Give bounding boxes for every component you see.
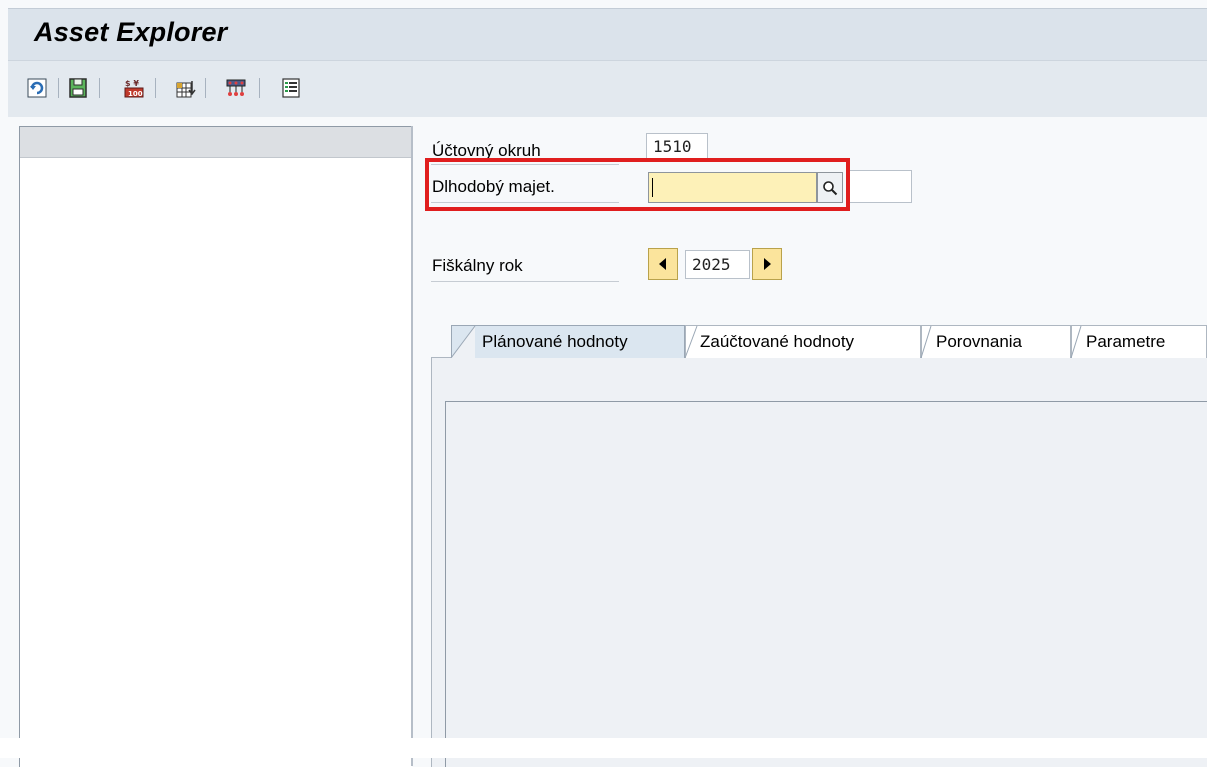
bottom-strip: [0, 738, 1207, 758]
highlight-box: [425, 158, 850, 211]
title-bar: Asset Explorer: [8, 8, 1207, 61]
save-icon: [69, 78, 87, 98]
pane-splitter[interactable]: [411, 126, 413, 766]
next-year-button[interactable]: [752, 248, 782, 280]
page-title: Asset Explorer: [34, 17, 228, 47]
application-toolbar: $ ¥ 100: [8, 60, 1207, 117]
save-button[interactable]: [65, 75, 91, 101]
previous-year-button[interactable]: [648, 248, 678, 280]
fiscal-year-label: Fiškálny rok: [432, 256, 523, 275]
asset-subnumber-field[interactable]: [848, 170, 912, 203]
asset-tree-pane[interactable]: [19, 126, 412, 767]
tab-content-area: [445, 401, 1207, 767]
svg-text:100: 100: [128, 90, 143, 98]
table-icon: [176, 81, 196, 98]
table-button[interactable]: [173, 75, 199, 101]
tab-strip: Plánované hodnoty Zaúčtované hodnoty Por…: [431, 325, 1207, 358]
refresh-icon: [27, 78, 47, 98]
currency-icon: $ ¥ 100: [124, 79, 144, 98]
label-underline: [431, 281, 619, 282]
refresh-button[interactable]: [24, 75, 50, 101]
tree-pane-header: [20, 127, 412, 158]
list-icon: [282, 78, 300, 98]
fiscal-year-field[interactable]: 2025: [685, 250, 750, 279]
list-button[interactable]: [278, 75, 304, 101]
hierarchy-icon: [226, 79, 246, 96]
hierarchy-button[interactable]: [223, 75, 249, 101]
tab-edge-decoration: [450, 325, 1082, 358]
svg-text:$ ¥: $ ¥: [125, 79, 139, 88]
company-code-field: 1510: [646, 133, 708, 160]
arrow-right-icon: [764, 258, 771, 270]
currency-button[interactable]: $ ¥ 100: [121, 75, 147, 101]
arrow-left-icon: [659, 258, 666, 270]
